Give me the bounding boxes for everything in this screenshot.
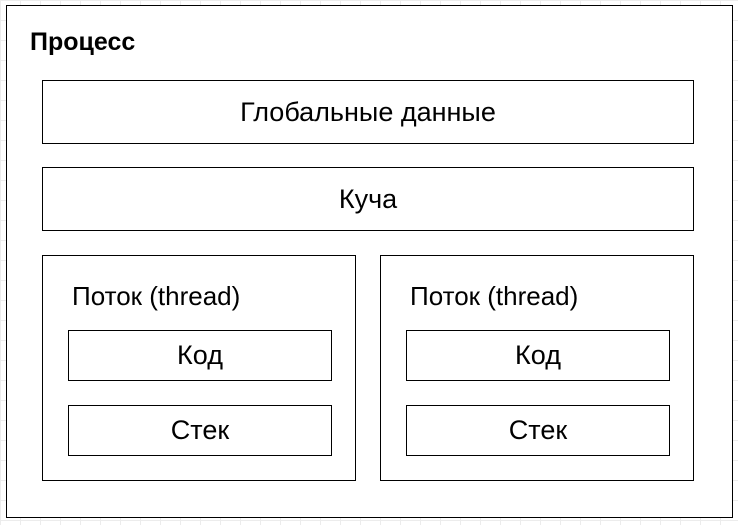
process-title: Процесс — [30, 28, 136, 56]
thread-2-code-box: Код — [406, 330, 670, 381]
thread-1-code-label: Код — [177, 340, 223, 370]
thread-2-code-label: Код — [515, 340, 561, 370]
thread-box-2: Поток (thread) Код Стек — [380, 255, 694, 481]
global-data-box: Глобальные данные — [42, 80, 694, 144]
thread-title-1: Поток (thread) — [72, 281, 241, 311]
thread-title-2: Поток (thread) — [410, 281, 579, 311]
thread-1-stack-box: Стек — [68, 405, 332, 456]
thread-2-stack-box: Стек — [406, 405, 670, 456]
heap-box: Куча — [42, 167, 694, 231]
thread-box-1: Поток (thread) Код Стек — [42, 255, 356, 481]
global-data-label: Глобальные данные — [240, 96, 496, 127]
thread-2-stack-label: Стек — [508, 415, 568, 445]
heap-label: Куча — [338, 183, 398, 214]
thread-1-stack-label: Стек — [170, 415, 230, 445]
thread-1-code-box: Код — [68, 330, 332, 381]
